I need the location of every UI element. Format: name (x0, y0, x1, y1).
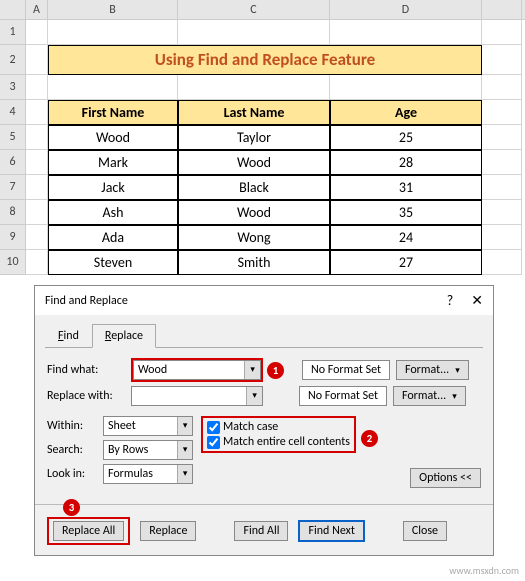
title-cell[interactable]: Using Find and Replace Feature (48, 45, 482, 75)
cell-first[interactable]: Wood (48, 125, 178, 150)
cell-last[interactable]: Wood (178, 200, 330, 225)
cell-age[interactable]: 27 (330, 250, 482, 275)
col-header-B[interactable]: B (48, 0, 178, 19)
row-header[interactable]: 3 (0, 75, 26, 100)
callout-2: 2 (361, 430, 378, 447)
cell-last[interactable]: Wong (178, 225, 330, 250)
tab-replace[interactable]: ReplaceReplace (92, 324, 156, 348)
lookin-select[interactable] (104, 465, 177, 483)
find-all-button[interactable]: Find All (234, 521, 288, 541)
col-header-E[interactable] (482, 0, 522, 19)
replace-with-label: Replace with: (47, 389, 125, 403)
search-select[interactable] (104, 441, 177, 459)
cell-age[interactable]: 25 (330, 125, 482, 150)
options-button[interactable]: Options << (410, 468, 481, 488)
find-next-button[interactable]: Find Next (298, 520, 364, 542)
row-header[interactable]: 8 (0, 200, 26, 225)
cell-last[interactable]: Black (178, 175, 330, 200)
callout-3: 3 (63, 499, 80, 516)
row-header[interactable]: 1 (0, 20, 26, 45)
chevron-down-icon: ▾ (452, 391, 457, 402)
cell-last[interactable]: Smith (178, 250, 330, 275)
dropdown-icon[interactable]: ▾ (177, 417, 192, 435)
lookin-label: Look in: (47, 467, 97, 481)
header-first[interactable]: First Name (48, 100, 178, 125)
row-header[interactable]: 4 (0, 100, 26, 125)
row-3: 3 (0, 75, 525, 100)
row-header[interactable]: 7 (0, 175, 26, 200)
help-icon[interactable]: ? (447, 292, 454, 309)
row-header[interactable]: 6 (0, 150, 26, 175)
row-9: 9 Ada Wong 24 (0, 225, 525, 250)
select-all-corner[interactable] (0, 0, 26, 19)
cell-age[interactable]: 31 (330, 175, 482, 200)
row-10: 10 Steven Smith 27 (0, 250, 525, 275)
dropdown-icon[interactable]: ▾ (244, 361, 260, 379)
no-format-replace: No Format Set (299, 386, 387, 406)
tab-find[interactable]: FFindind (45, 324, 92, 348)
cell-last[interactable]: Taylor (178, 125, 330, 150)
callout-1: 1 (267, 362, 284, 379)
col-header-A[interactable]: A (26, 0, 48, 19)
chevron-down-icon: ▾ (455, 365, 460, 376)
cell-last[interactable]: Wood (178, 150, 330, 175)
format-button-replace[interactable]: Format...▾ (393, 386, 466, 406)
cell-first[interactable]: Ada (48, 225, 178, 250)
row-header[interactable]: 10 (0, 250, 26, 275)
dropdown-icon[interactable]: ▾ (246, 387, 262, 405)
row-2: 2 Using Find and Replace Feature (0, 45, 525, 75)
row-7: 7 Jack Black 31 (0, 175, 525, 200)
within-select[interactable] (104, 417, 177, 435)
row-header[interactable]: 9 (0, 225, 26, 250)
close-icon[interactable]: ✕ (471, 292, 483, 309)
row-5: 5 Wood Taylor 25 (0, 125, 525, 150)
row-header[interactable]: 2 (0, 45, 26, 75)
row-8: 8 Ash Wood 35 (0, 200, 525, 225)
dropdown-icon[interactable]: ▾ (177, 465, 192, 483)
find-replace-dialog: Find and Replace ? ✕ FFindind ReplaceRep… (34, 285, 494, 556)
replace-with-input[interactable] (132, 387, 246, 405)
row-6: 6 Mark Wood 28 (0, 150, 525, 175)
cell-first[interactable]: Steven (48, 250, 178, 275)
cell-age[interactable]: 24 (330, 225, 482, 250)
col-header-C[interactable]: C (178, 0, 330, 19)
cell-first[interactable]: Jack (48, 175, 178, 200)
close-button[interactable]: Close (403, 521, 447, 541)
row-4: 4 First Name Last Name Age (0, 100, 525, 125)
dropdown-icon[interactable]: ▾ (177, 441, 192, 459)
match-entire-checkbox[interactable]: Match entire cell contents (207, 435, 350, 449)
cell-first[interactable]: Ash (48, 200, 178, 225)
cell-age[interactable]: 28 (330, 150, 482, 175)
row-header[interactable]: 5 (0, 125, 26, 150)
cell-age[interactable]: 35 (330, 200, 482, 225)
column-header-row: A B C D (0, 0, 525, 20)
cell-first[interactable]: Mark (48, 150, 178, 175)
within-label: Within: (47, 419, 97, 433)
match-case-checkbox[interactable]: Match case (207, 420, 350, 434)
dialog-title: Find and Replace (45, 294, 128, 308)
format-button-find[interactable]: Format...▾ (396, 360, 469, 380)
replace-all-button[interactable]: Replace All (53, 521, 124, 541)
search-label: Search: (47, 443, 97, 457)
header-last[interactable]: Last Name (178, 100, 330, 125)
no-format-find: No Format Set (302, 360, 390, 380)
col-header-D[interactable]: D (330, 0, 482, 19)
header-age[interactable]: Age (330, 100, 482, 125)
find-what-label: Find what: (47, 363, 125, 377)
row-1: 1 (0, 20, 525, 45)
replace-button[interactable]: Replace (140, 521, 196, 541)
find-what-input[interactable] (134, 361, 244, 379)
